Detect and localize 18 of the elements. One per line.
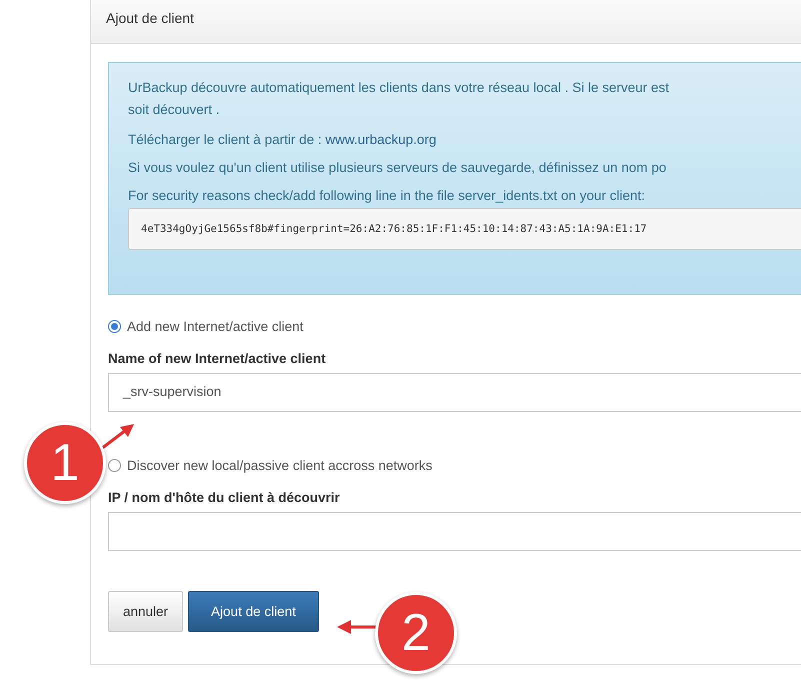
add-client-button[interactable]: Ajout de client [188,591,319,632]
info-text: For security reasons check/add following line in the file server_idents.txt on your client: [128,187,646,205]
download-link[interactable]: www.urbackup.org [325,132,436,147]
radio-button[interactable] [108,459,121,472]
step-callout: 1 [24,422,106,504]
input-field[interactable]: _srv-supervision [108,373,801,412]
panel-title: Ajout de client [106,10,194,26]
info-text: UrBackup découvre automatiquement les clients dans votre réseau local . Si le serveur est soit découvert . [128,79,670,119]
field-label: Name of new Internet/active client [108,351,327,366]
radio-label: Add new Internet/active client [127,319,304,334]
radio-button[interactable] [108,320,121,333]
info-text: Si vous voulez qu'un client utilise plusieurs serveurs de sauvegarde, définissez un nom po [128,159,668,177]
annotation-arrow [100,424,134,450]
cancel-button[interactable]: annuler [108,591,184,632]
download-text: Télécharger le client à partir de : [128,132,322,147]
input-field[interactable] [108,512,801,551]
radio-label: Discover new local/passive client accross networks [127,458,432,473]
field-label: IP / nom d'hôte du client à découvrir [108,490,341,505]
